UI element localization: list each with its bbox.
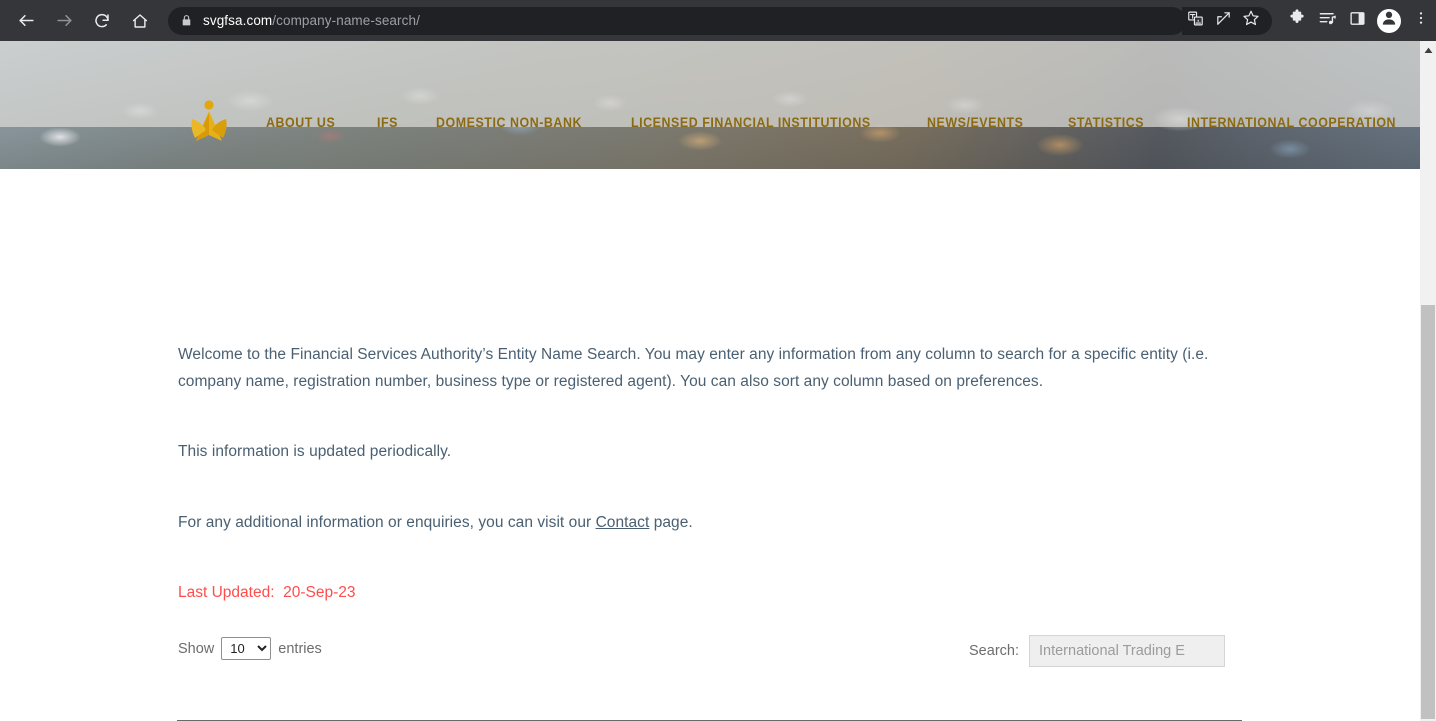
- back-button[interactable]: [12, 7, 40, 35]
- side-panel-button[interactable]: [1342, 6, 1372, 36]
- contact-paragraph-prefix: For any additional information or enquir…: [178, 514, 596, 531]
- home-icon: [131, 12, 149, 30]
- translate-icon: [1187, 10, 1204, 32]
- contact-paragraph-suffix: page.: [649, 514, 693, 531]
- last-updated-notice: Last Updated: 20-Sep-23: [178, 581, 356, 605]
- reload-icon: [93, 12, 111, 30]
- nav-item-international-cooperation[interactable]: INTERNATIONAL COOPERATION: [1187, 115, 1396, 130]
- nav-item-statistics[interactable]: STATISTICS: [1068, 115, 1144, 130]
- side-panel-icon: [1349, 10, 1366, 32]
- address-bar[interactable]: svgfsa.com/company-name-search/: [168, 6, 1186, 35]
- lock-icon: [180, 14, 193, 27]
- profile-avatar-icon: [1379, 8, 1399, 33]
- search-input[interactable]: [1029, 635, 1225, 667]
- url-path: /company-name-search/: [272, 13, 420, 28]
- back-arrow-icon: [17, 11, 36, 30]
- page-viewport: ABOUT US IFS DOMESTIC NON-BANK LICENSED …: [0, 41, 1420, 721]
- three-dot-menu-icon: [1413, 10, 1429, 31]
- forward-button[interactable]: [50, 7, 78, 35]
- show-label: Show: [178, 640, 215, 657]
- svg-fsa-logo-icon[interactable]: [183, 97, 235, 149]
- puzzle-piece-icon: [1288, 9, 1306, 32]
- site-banner: ABOUT US IFS DOMESTIC NON-BANK LICENSED …: [0, 41, 1420, 169]
- periodic-update-paragraph: This information is updated periodically…: [178, 443, 452, 460]
- last-updated-label: Last Updated:: [178, 584, 275, 601]
- omnibox-actions: [1182, 6, 1272, 35]
- nav-item-about-us[interactable]: ABOUT US: [266, 115, 335, 130]
- profile-button[interactable]: [1377, 8, 1401, 33]
- reload-button[interactable]: [88, 7, 116, 35]
- last-updated-value: 20-Sep-23: [283, 584, 356, 601]
- page-scrollbar[interactable]: [1420, 41, 1436, 721]
- browser-extension-area: [1282, 6, 1436, 36]
- datatable-filter-control: Search:: [969, 635, 1225, 667]
- datatable-length-control: Show 10 25 50 100 entries: [178, 637, 322, 660]
- browser-menu-button[interactable]: [1406, 6, 1436, 36]
- intro-paragraph: Welcome to the Financial Services Author…: [178, 346, 1209, 390]
- main-navigation: ABOUT US IFS DOMESTIC NON-BANK LICENSED …: [266, 115, 1420, 130]
- reading-list-button[interactable]: [1312, 6, 1342, 36]
- search-label: Search:: [969, 643, 1019, 659]
- share-button[interactable]: [1210, 8, 1236, 34]
- entries-per-page-select[interactable]: 10 25 50 100: [221, 637, 272, 660]
- scrollbar-thumb[interactable]: [1421, 305, 1435, 719]
- url-text: svgfsa.com/company-name-search/: [203, 13, 420, 28]
- nav-item-ifs[interactable]: IFS: [377, 115, 398, 130]
- url-host: svgfsa.com: [203, 13, 273, 28]
- share-icon: [1215, 10, 1232, 32]
- nav-item-news-events[interactable]: NEWS/EVENTS: [927, 115, 1023, 130]
- extensions-button[interactable]: [1282, 6, 1312, 36]
- reading-list-icon: [1318, 9, 1337, 33]
- translate-button[interactable]: [1182, 8, 1208, 34]
- scroll-up-arrow-icon[interactable]: [1420, 43, 1436, 57]
- site-header: ABOUT US IFS DOMESTIC NON-BANK LICENSED …: [0, 41, 1420, 141]
- contact-link[interactable]: Contact: [596, 514, 650, 531]
- forward-arrow-icon: [55, 11, 74, 30]
- entries-label: entries: [278, 640, 322, 657]
- bookmark-button[interactable]: [1238, 8, 1264, 34]
- nav-item-domestic-non-bank[interactable]: DOMESTIC NON-BANK: [436, 115, 582, 130]
- home-button[interactable]: [126, 7, 154, 35]
- contact-paragraph: For any additional information or enquir…: [178, 509, 693, 536]
- nav-item-licensed-financial-institutions[interactable]: LICENSED FINANCIAL INSTITUTIONS: [631, 115, 871, 130]
- browser-toolbar: svgfsa.com/company-name-search/: [0, 0, 1436, 41]
- star-icon: [1242, 9, 1260, 32]
